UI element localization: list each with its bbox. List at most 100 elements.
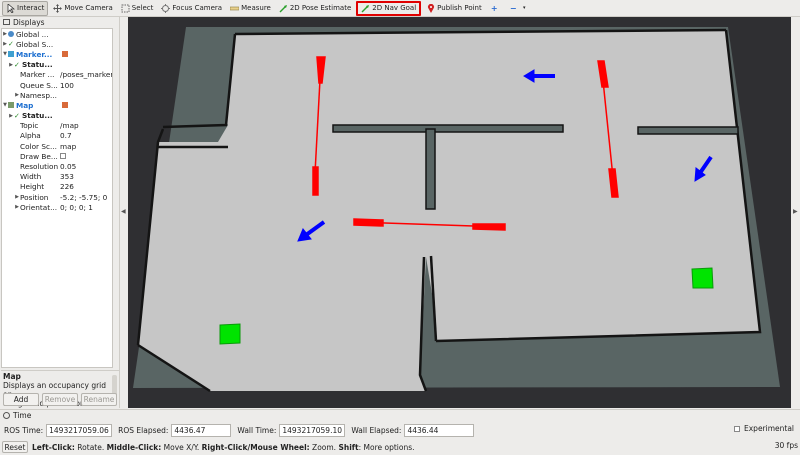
globe-icon [8,31,14,38]
interact-tool-button[interactable]: Interact [2,0,49,16]
hint-text: Move X/Y. [161,442,202,452]
draw-behind-checkbox[interactable] [60,153,66,160]
tree-row-position[interactable]: ▶ Position -5.2; -5.75; 0 [2,192,112,202]
hint-key: Right-Click/Mouse Wheel: [201,442,310,452]
monitor-icon [3,19,10,25]
tree-label: Alpha [20,131,41,141]
render-viewport[interactable] [128,17,791,408]
tree-scrollbar[interactable] [113,28,119,368]
experimental-toggle[interactable]: Experimental [734,424,794,433]
focus-camera-tool-button[interactable]: Focus Camera [158,1,225,16]
ros-time-label: ROS Time: [4,425,44,435]
minus-icon: − [509,3,517,13]
clock-icon [3,412,10,419]
tree-value[interactable]: /poses_marker [60,70,112,79]
tree-row-height[interactable]: Height 226 [2,182,112,192]
tree-row-topic[interactable]: Topic /map [2,121,112,131]
map-interior-wall [332,124,564,133]
mouse-hint: Left-Click: Rotate. Middle-Click: Move X… [32,443,415,452]
ros-time-field[interactable]: 1493217059.06 [46,423,113,437]
tree-row-orientation[interactable]: ▶ Orientat... 0; 0; 0; 1 [2,202,112,212]
hint-key: Left-Click: [32,442,75,452]
tree-label: Topic [20,121,39,131]
enabled-checkbox[interactable] [62,102,68,109]
displays-tree[interactable]: ▶ Global ... ▶ ✓ Global S... ▼ Marker...… [1,28,113,368]
collapse-left-handle-icon[interactable]: ◀ [121,208,126,215]
nav-goal-tool-button[interactable]: 2D Nav Goal [356,0,422,16]
tree-row-resolution[interactable]: Resolution 0.05 [2,161,112,171]
tree-label: Draw Be... [20,151,58,161]
tree-label: Statu... [22,60,53,70]
tree-row-map-status[interactable]: ▶ ✓ Statu... [2,111,112,121]
tree-row-namespaces[interactable]: ▶ Namesp... [2,90,112,100]
wall-elapsed-label: Wall Elapsed: [351,425,402,435]
tree-label: Height [20,182,45,192]
status-bar: Reset Left-Click: Rotate. Middle-Click: … [0,439,800,455]
tree-row-color-scheme[interactable]: Color Sc... map [2,141,112,151]
remove-display-button[interactable]: Remove [42,393,78,406]
tree-row-marker[interactable]: ▼ Marker... [2,49,112,59]
tree-label: Width [20,172,42,182]
measure-tool-button[interactable]: Measure [227,1,274,16]
wall-time-field[interactable]: 1493217059.10 [279,423,346,437]
move-camera-icon [53,3,63,13]
publish-point-tool-button[interactable]: Publish Point [423,1,485,16]
tree-label: Namesp... [20,90,57,100]
tree-label: Global S... [16,39,54,49]
tree-value[interactable]: 0.7 [60,131,72,140]
goal-marker-green [219,323,241,345]
add-display-button[interactable]: Add [3,393,39,406]
measure-label: Measure [241,4,271,12]
tree-value: 226 [60,182,74,192]
hint-key: Shift [338,442,359,452]
reset-button[interactable]: Reset [2,441,28,453]
add-tool-button[interactable]: + [487,1,504,16]
check-icon: ✓ [14,111,20,120]
select-tool-button[interactable]: Select [118,1,157,16]
map-scene [133,27,780,393]
tree-label: Color Sc... [20,141,57,151]
displays-panel: Displays ▶ Global ... ▶ ✓ Global S... ▼ … [0,17,120,408]
wall-elapsed-field[interactable]: 4436.44 [404,423,475,437]
tree-row-draw-behind[interactable]: Draw Be... [2,151,112,161]
enabled-checkbox[interactable] [62,51,68,58]
interact-label: Interact [17,4,45,12]
experimental-label: Experimental [744,424,795,433]
pose-arrow-red-head [353,218,384,227]
tree-label: Map [16,100,34,110]
ros-elapsed-field[interactable]: 4436.47 [171,423,232,437]
select-icon [121,4,130,13]
tree-row-marker-topic[interactable]: Marker ... /poses_marker [2,70,112,80]
displays-title: Displays [13,17,45,27]
tree-row-marker-status[interactable]: ▶ ✓ Statu... [2,60,112,70]
tree-value[interactable]: /map [60,121,79,130]
tree-row-width[interactable]: Width 353 [2,172,112,182]
fps-counter: 30 fps [774,441,798,450]
pose-estimate-tool-button[interactable]: 2D Pose Estimate [276,1,354,16]
hint-text: Rotate. [74,442,107,452]
tree-label: Marker... [16,49,53,59]
remove-tool-button[interactable]: − ▾ [506,1,534,16]
select-label: Select [131,4,154,12]
move-camera-tool-button[interactable]: Move Camera [50,1,115,16]
tree-row-map[interactable]: ▼ Map [2,100,112,110]
tree-label: Queue S... [20,80,58,90]
toolbar: Interact Move Camera Select Focus Camera… [0,0,800,17]
experimental-checkbox[interactable] [734,425,740,432]
time-panel-header: Time [0,409,800,421]
tree-value[interactable]: 100 [60,81,74,90]
tree-row-queue-size[interactable]: Queue S... 100 [2,80,112,90]
tree-label: Orientat... [20,202,58,212]
tree-row-global-status[interactable]: ▶ ✓ Global S... [2,39,112,49]
hint-text: : More options. [358,442,415,452]
tree-value: 0.05 [60,162,77,172]
rename-display-button[interactable]: Rename [81,393,117,406]
tree-row-global-options[interactable]: ▶ Global ... [2,29,112,39]
ros-elapsed-label: ROS Elapsed: [118,425,169,435]
tree-label: Position [20,192,49,202]
nav-goal-arrow-icon [361,4,370,13]
collapse-right-handle-icon[interactable]: ▶ [793,208,798,215]
tree-value[interactable]: map [60,142,76,151]
move-camera-label: Move Camera [64,4,113,12]
tree-row-alpha[interactable]: Alpha 0.7 [2,131,112,141]
